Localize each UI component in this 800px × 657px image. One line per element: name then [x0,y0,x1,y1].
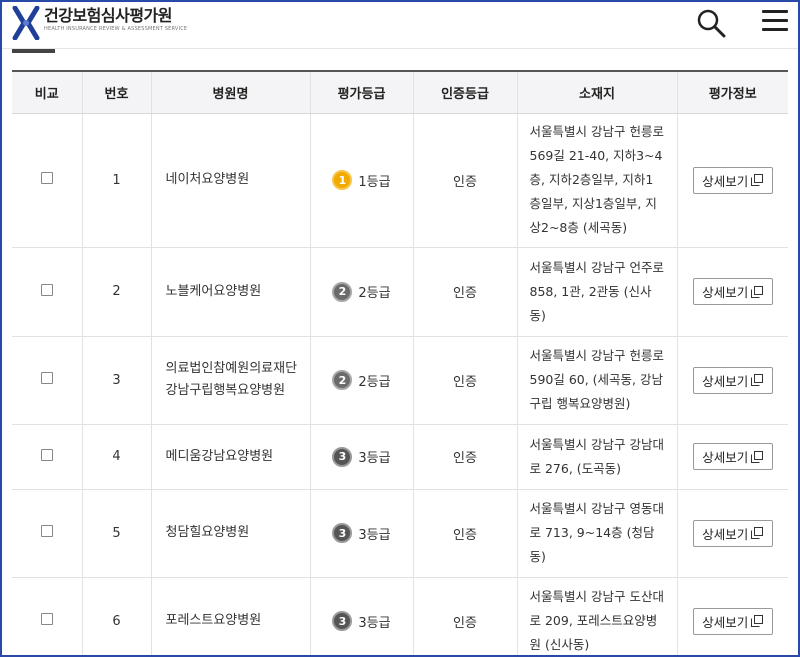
hospital-table-container: 비교 번호 병원명 평가등급 인증등급 소재지 평가정보 1 네이처요양병원 1… [12,70,788,655]
cert-grade: 인증 [412,247,517,337]
table-row: 4 메디움강남요양병원 3 3등급 인증 서울특별시 강남구 강남대로 276, … [12,424,788,490]
cert-grade: 인증 [412,489,517,578]
eval-grade: 3 3등급 [332,523,391,543]
hospital-name: 청담힐요양병원 [150,489,310,578]
detail-view-label: 상세보기 [702,373,749,389]
hira-logo[interactable]: 건강보험심사평가원 HEALTH INSURANCE REVIEW & ASSE… [12,6,187,40]
external-link-icon [751,527,764,539]
grade-label: 2등급 [358,286,391,301]
search-icon[interactable] [696,8,726,38]
hospital-name: 의료법인참예원의료재단 강남구립행복요양병원 [150,336,310,425]
cert-grade: 인증 [412,424,517,490]
col-header-eval-grade: 평가등급 [309,70,413,114]
hospital-address: 서울특별시 강남구 영동대로 713, 9~14층 (청담동) [516,489,677,578]
row-number: 1 [81,113,151,248]
row-number: 3 [81,336,151,425]
grade-label: 3등급 [358,451,391,466]
hamburger-menu-icon[interactable] [762,10,788,34]
row-number: 5 [81,489,151,578]
row-number: 2 [81,247,151,337]
hospital-name: 노블케어요양병원 [150,247,310,337]
compare-checkbox[interactable] [40,172,53,184]
grade-label: 3등급 [358,615,391,631]
col-header-cert-grade: 인증등급 [412,70,517,114]
table-header-row: 비교 번호 병원명 평가등급 인증등급 소재지 평가정보 [12,70,788,114]
detail-view-label: 상세보기 [702,285,749,300]
table-row: 5 청담힐요양병원 3 3등급 인증 서울특별시 강남구 영동대로 713, 9~… [12,489,788,578]
eval-grade: 3 3등급 [332,611,391,631]
hospital-address: 서울특별시 강남구 언주로 858, 1관, 2관동 (신사동) [516,247,677,337]
browser-frame: 건강보험심사평가원 HEALTH INSURANCE REVIEW & ASSE… [0,0,800,657]
eval-grade: 2 2등급 [332,281,391,302]
hospital-name: 네이처요양병원 [150,113,310,248]
table-row: 1 네이처요양병원 1 1등급 인증 서울특별시 강남구 헌릉로569길 21-4… [12,113,788,248]
detail-view-button[interactable]: 상세보기 [692,278,773,305]
external-link-icon [751,615,764,627]
detail-view-button[interactable]: 상세보기 [692,366,773,394]
grade-label: 2등급 [358,374,391,390]
detail-view-button[interactable]: 상세보기 [692,166,773,194]
col-header-hospital-name: 병원명 [150,70,310,114]
site-header: 건강보험심사평가원 HEALTH INSURANCE REVIEW & ASSE… [2,2,798,49]
eval-grade: 3 3등급 [332,446,391,467]
eval-grade: 1 1등급 [332,170,391,190]
grade-badge-icon: 3 [332,446,353,467]
compare-checkbox[interactable] [40,283,53,296]
eval-grade: 2 2등급 [332,370,391,390]
compare-checkbox[interactable] [40,448,53,461]
hospital-address: 서울특별시 강남구 도산대로 209, 포레스트요양병원 (신사동) [516,577,677,655]
grade-badge-icon: 3 [332,611,353,631]
external-link-icon [751,174,764,186]
hospital-name: 메디움강남요양병원 [150,424,310,490]
external-link-icon [751,285,764,298]
detail-view-button[interactable]: 상세보기 [692,443,773,470]
cert-grade: 인증 [412,113,517,248]
compare-checkbox[interactable] [40,525,53,537]
grade-badge-icon: 1 [332,170,353,190]
external-link-icon [751,374,764,386]
grade-label: 1등급 [358,174,391,190]
row-number: 6 [81,577,151,655]
table-row: 6 포레스트요양병원 3 3등급 인증 서울특별시 강남구 도산대로 209, 포… [12,577,788,655]
detail-view-label: 상세보기 [702,526,749,542]
detail-view-label: 상세보기 [702,173,749,189]
detail-view-label: 상세보기 [702,614,749,630]
active-tab-indicator [12,49,55,53]
col-header-number: 번호 [81,70,151,114]
grade-badge-icon: 2 [332,281,353,302]
hospital-table: 비교 번호 병원명 평가등급 인증등급 소재지 평가정보 1 네이처요양병원 1… [12,70,788,655]
grade-label: 3등급 [358,527,391,543]
site-subtitle: HEALTH INSURANCE REVIEW & ASSESSMENT SER… [44,26,188,32]
table-row: 3 의료법인참예원의료재단 강남구립행복요양병원 2 2등급 인증 서울특별시 강… [12,336,788,425]
col-header-eval-info: 평가정보 [676,70,788,114]
col-header-compare: 비교 [12,70,82,114]
grade-badge-icon: 3 [332,523,353,543]
table-row: 2 노블케어요양병원 2 2등급 인증 서울특별시 강남구 언주로 858, 1관… [12,247,788,337]
hospital-address: 서울특별시 강남구 헌릉로590길 60, (세곡동, 강남구립 행복요양병원) [516,336,677,425]
compare-checkbox[interactable] [40,613,53,625]
cert-grade: 인증 [412,336,517,425]
hospital-address: 서울특별시 강남구 헌릉로569길 21-40, 지하3~4층, 지하2층일부,… [516,113,677,248]
compare-checkbox[interactable] [40,372,53,384]
col-header-location: 소재지 [516,70,677,114]
detail-view-button[interactable]: 상세보기 [692,607,773,635]
cert-grade: 인증 [412,577,517,655]
detail-view-label: 상세보기 [702,450,749,465]
site-title: 건강보험심사평가원 [44,6,172,25]
hira-logo-icon [12,6,40,40]
hospital-name: 포레스트요양병원 [150,577,310,655]
row-number: 4 [81,424,151,490]
grade-badge-icon: 2 [332,370,353,390]
detail-view-button[interactable]: 상세보기 [692,519,773,547]
hospital-address: 서울특별시 강남구 강남대로 276, (도곡동) [516,424,677,490]
external-link-icon [751,450,764,463]
